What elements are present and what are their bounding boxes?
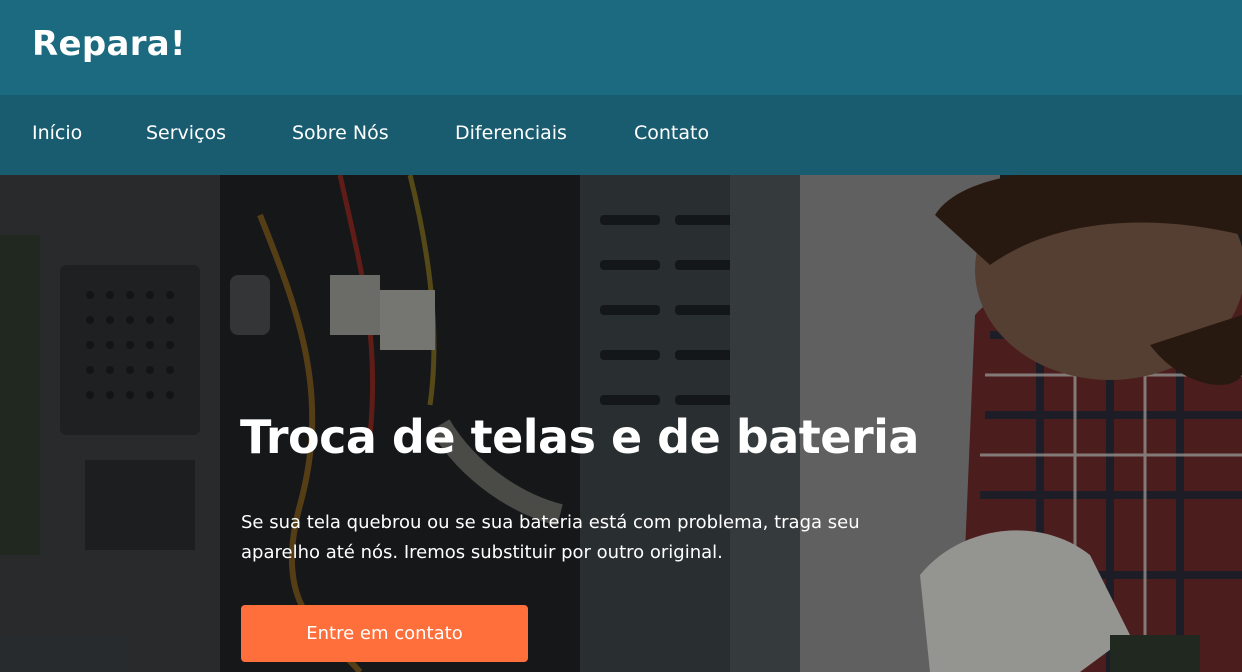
hero-title: Troca de telas e de bateria — [240, 410, 919, 464]
contact-cta-button[interactable]: Entre em contato — [241, 605, 528, 662]
main-nav: Início Serviços Sobre Nós Diferenciais C… — [0, 95, 1242, 175]
hero-description: Se sua tela quebrou ou se sua bateria es… — [241, 512, 860, 563]
hero-section: Troca de telas e de bateria Se sua tela … — [0, 175, 1242, 672]
site-header: Repara! — [0, 0, 1242, 95]
nav-link-sobre-nos[interactable]: Sobre Nós — [292, 122, 389, 144]
nav-link-inicio[interactable]: Início — [32, 122, 82, 144]
nav-link-servicos[interactable]: Serviços — [146, 122, 226, 144]
site-logo[interactable]: Repara! — [32, 24, 186, 64]
nav-link-contato[interactable]: Contato — [634, 122, 709, 144]
nav-link-diferenciais[interactable]: Diferenciais — [455, 122, 567, 144]
